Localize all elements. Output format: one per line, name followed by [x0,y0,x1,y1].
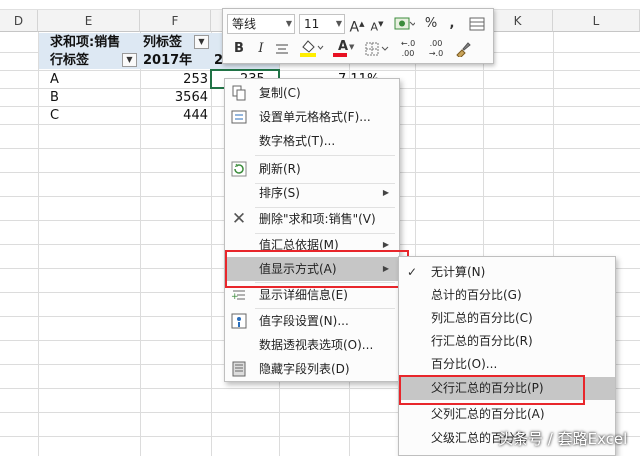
context-menu: 复制(C) 设置单元格格式(F)... 数字格式(T)... 刷新(R) 排序(… [224,78,400,382]
menu-item-label: 隐藏字段列表(D) [259,362,350,376]
grow-font-button[interactable]: A▲ [349,14,365,36]
row-name-c[interactable]: C [50,106,59,126]
submenu-item-pct-parent-column-total[interactable]: 父列汇总的百分比(A) [399,403,615,426]
align-center-button[interactable] [273,39,291,59]
menu-item-value-field-settings[interactable]: 值字段设置(N)... [225,309,399,333]
shrink-font-button[interactable]: A▼ [369,14,385,34]
submenu-item-pct-grand-total[interactable]: 总计的百分比(G) [399,284,615,307]
menu-item-pivot-options[interactable]: 数据透视表选项(O)... [225,333,399,357]
brush-icon [456,41,471,59]
borders-button[interactable] [363,39,391,59]
submenu-item-pct-row-total[interactable]: 行汇总的百分比(R) [399,330,615,353]
value-b-2017[interactable]: 3564 [140,88,208,108]
submenu-item-label: 列汇总的百分比(C) [431,311,533,325]
svg-text:+: + [231,292,239,302]
menu-item-label: 删除"求和项:销售"(V) [259,212,376,226]
field-settings-icon [231,313,247,329]
column-header-e[interactable]: E [38,10,140,32]
pivot-sum-label[interactable]: 求和项:销售 [50,33,120,53]
value-c-2017[interactable]: 444 [140,106,208,126]
highlight-box-parent-row-total [399,375,585,405]
menu-item-label: 复制(C) [259,86,301,100]
menu-item-sort[interactable]: 排序(S) ▶ [225,181,399,205]
menu-item-number-format[interactable]: 数字格式(T)... [225,129,399,153]
menu-item-copy[interactable]: 复制(C) [225,81,399,105]
chevron-down-icon: ▼ [349,43,355,51]
pivot-year-2017[interactable]: 2017年 [143,51,192,71]
highlight-box-show-values-as [225,250,409,288]
chevron-right-icon: ▶ [382,188,389,197]
increase-decimal-icon: ←.0 .00 [400,39,416,58]
accounting-format-button[interactable] [391,14,417,34]
value-a-2017[interactable]: 253 [140,70,208,90]
submenu-item-label: 总计的百分比(G) [431,288,522,302]
row-name-b[interactable]: B [50,88,59,108]
font-color-button[interactable]: A ▼ [329,37,357,57]
font-size-value: 11 [304,17,320,31]
menu-item-label: 数据透视表选项(O)... [259,338,374,352]
menu-item-label: 排序(S) [259,186,300,200]
menu-item-refresh[interactable]: 刷新(R) [225,157,399,181]
row-name-a[interactable]: A [50,70,59,90]
menu-item-label: 设置单元格格式(F)... [259,110,371,124]
decrease-decimal-button[interactable]: .00 →.0 [423,39,449,59]
font-name-combo[interactable]: 等线 ▼ [227,14,295,34]
menu-item-label: 数字格式(T)... [259,134,336,148]
pivot-column-label[interactable]: 列标签 [143,33,182,53]
show-details-icon: + [231,287,247,303]
format-painter-button[interactable] [467,14,487,34]
menu-item-hide-field-list[interactable]: 隐藏字段列表(D) [225,357,399,381]
format-painter-brush-button[interactable] [453,39,473,59]
mini-toolbar: 等线 ▼ 11 ▼ A▲ A▼ % , B I A ▼ ←.0 .00 .00 … [222,8,494,64]
align-center-icon [276,44,288,53]
submenu-item-label: 行汇总的百分比(R) [431,334,533,348]
submenu-item-no-calculation[interactable]: ✓ 无计算(N) [399,261,615,284]
chevron-down-icon: ▼ [335,19,342,28]
copy-icon [231,85,247,101]
menu-item-delete-field[interactable]: ✕ 删除"求和项:销售"(V) [225,207,399,231]
refresh-icon [231,161,247,177]
pivot-row-label[interactable]: 行标签 [50,51,89,71]
font-size-combo[interactable]: 11 ▼ [299,14,345,34]
fill-color-button[interactable] [297,37,325,57]
decrease-decimal-icon: .00 →.0 [428,39,444,58]
watermark-text: 头条号 / 套路Excel [498,430,628,448]
menu-item-format-cells[interactable]: 设置单元格格式(F)... [225,105,399,129]
percent-button[interactable]: % [423,14,439,34]
font-color-swatch [333,53,347,57]
column-header-l[interactable]: L [553,10,640,32]
submenu-item-pct-column-total[interactable]: 列汇总的百分比(C) [399,307,615,330]
submenu-item-pct-of[interactable]: 百分比(O)... [399,353,615,376]
paint-bucket-icon [300,40,324,57]
menu-separator [255,155,395,156]
column-header-f[interactable]: F [140,10,211,32]
checkmark-icon: ✓ [407,265,418,279]
bold-button[interactable]: B [231,39,247,59]
font-name-value: 等线 [232,17,257,31]
show-values-as-submenu: ✓ 无计算(N) 总计的百分比(G) 列汇总的百分比(C) 行汇总的百分比(R)… [398,256,616,456]
menu-item-label: 刷新(R) [259,162,301,176]
submenu-item-label: 百分比(O)... [431,357,498,371]
column-header-d[interactable]: D [0,10,38,32]
font-color-letter: A [337,39,349,54]
format-cells-icon [231,109,247,125]
field-list-icon [231,361,247,377]
accounting-icon [394,17,417,29]
delete-icon: ✕ [231,209,247,229]
comma-button[interactable]: , [445,14,459,34]
table-icon [469,17,485,30]
column-filter-button[interactable]: ▼ [194,35,209,49]
borders-icon [365,42,389,55]
submenu-item-label: 父列汇总的百分比(A) [431,407,545,421]
increase-decimal-button[interactable]: ←.0 .00 [395,39,421,59]
gridline [0,70,640,71]
menu-item-label: 值字段设置(N)... [259,314,349,328]
row-filter-button[interactable]: ▼ [122,53,137,67]
chevron-down-icon: ▼ [285,19,292,28]
italic-button[interactable]: I [253,39,269,59]
submenu-item-label: 无计算(N) [431,265,486,279]
